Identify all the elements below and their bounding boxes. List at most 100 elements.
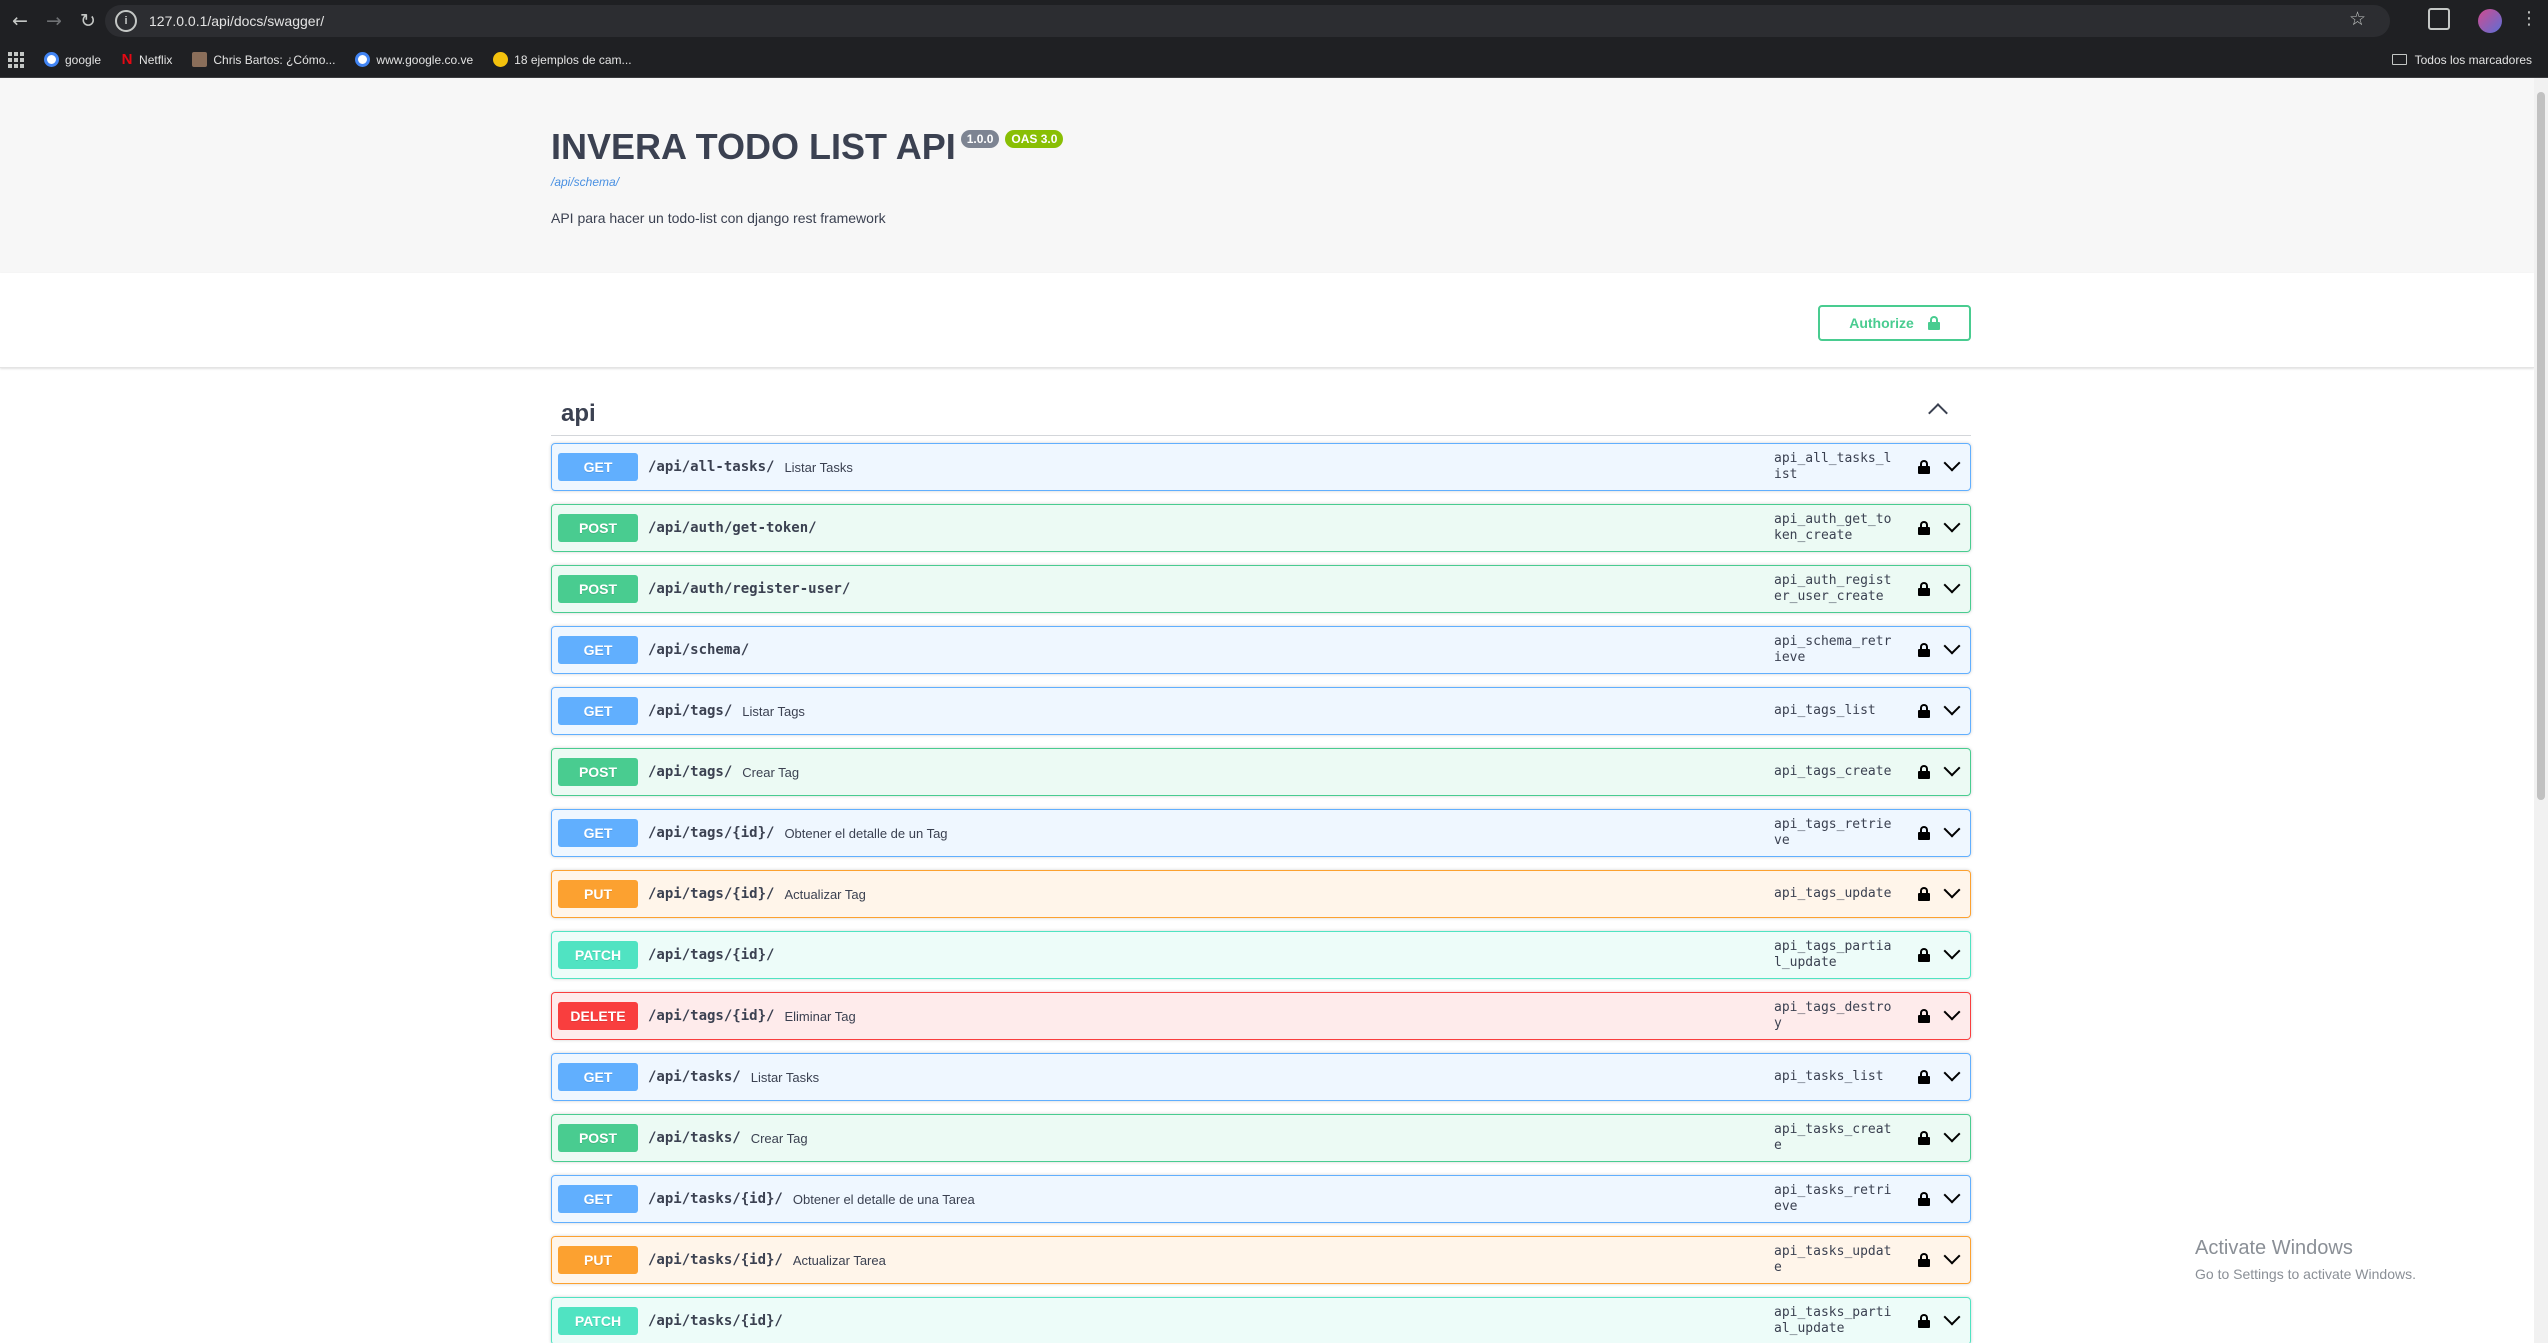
operation-row[interactable]: GET/api/schema/api_schema_retrieve: [551, 626, 1971, 674]
all-bookmarks[interactable]: Todos los marcadores: [2391, 53, 2532, 67]
lock-icon[interactable]: [1918, 460, 1930, 479]
operation-path: /api/tasks/: [648, 1130, 741, 1146]
operation-row[interactable]: GET/api/all-tasks/Listar Tasks api_all_ta…: [551, 443, 1971, 491]
chevron-down-icon[interactable]: [1943, 454, 1961, 472]
scrollbar-thumb[interactable]: [2537, 92, 2545, 800]
profile-avatar[interactable]: [2478, 9, 2502, 33]
chevron-down-icon[interactable]: [1943, 1064, 1961, 1082]
schema-link[interactable]: /api/schema/: [551, 175, 619, 189]
operation-row[interactable]: POST/api/tags/Crear Tag api_tags_create: [551, 748, 1971, 796]
lock-icon[interactable]: [1918, 887, 1930, 906]
chevron-down-icon[interactable]: [1943, 942, 1961, 960]
operation-path: /api/tags/{id}/: [648, 1008, 775, 1024]
method-badge: POST: [558, 514, 638, 542]
chevron-down-icon[interactable]: [1943, 1186, 1961, 1204]
operation-summary: Crear Tag: [750, 1130, 808, 1146]
operation-row[interactable]: GET/api/tags/Listar Tags api_tags_list: [551, 687, 1971, 735]
operation-summary: Crear Tag: [742, 764, 800, 780]
chevron-down-icon[interactable]: [1943, 1125, 1961, 1143]
lock-icon[interactable]: [1918, 1192, 1930, 1211]
google-icon: [44, 52, 59, 67]
tag-section-header[interactable]: api: [551, 394, 1971, 436]
method-badge: PUT: [558, 880, 638, 908]
bookmark-star-icon[interactable]: ☆: [2349, 8, 2366, 30]
chevron-down-icon[interactable]: [1943, 881, 1961, 899]
bookmark-chris-bartos[interactable]: Chris Bartos: ¿Cómo...: [192, 52, 335, 67]
page-icon: [192, 52, 208, 67]
operations-list: GET/api/all-tasks/Listar Tasks api_all_ta…: [551, 443, 1971, 1343]
google-icon: [355, 52, 371, 67]
lock-icon[interactable]: [1918, 521, 1930, 540]
operation-id: api_tasks_update: [1774, 1244, 1892, 1275]
operation-row[interactable]: PATCH/api/tags/{id}/ api_tags_partial_upd…: [551, 931, 1971, 979]
operation-id: api_tags_update: [1774, 886, 1892, 901]
browser-toolbar: ← → ↻ i 127.0.0.1/api/docs/swagger/ ☆ ⋮: [0, 0, 2548, 42]
extensions-icon[interactable]: [2428, 8, 2450, 30]
operation-id: api_tasks_retrieve: [1774, 1183, 1892, 1214]
operation-summary: Actualizar Tarea: [792, 1252, 886, 1268]
back-arrow-icon[interactable]: ←: [6, 7, 34, 35]
swagger-page: INVERA TODO LIST API 1.0.0 OAS 3.0 /api/…: [0, 78, 2534, 1343]
browser-menu-icon[interactable]: ⋮: [2520, 8, 2538, 29]
chevron-down-icon[interactable]: [1943, 759, 1961, 777]
operation-row[interactable]: POST/api/tasks/Crear Tag api_tasks_create: [551, 1114, 1971, 1162]
operation-row[interactable]: DELETE/api/tags/{id}/ Eliminar Tag api_tag…: [551, 992, 1971, 1040]
page-scrollbar[interactable]: [2534, 78, 2548, 1343]
lock-icon[interactable]: [1918, 1070, 1930, 1089]
lock-icon[interactable]: [1918, 643, 1930, 662]
chevron-down-icon[interactable]: [1943, 576, 1961, 594]
chevron-down-icon[interactable]: [1943, 1003, 1961, 1021]
address-bar[interactable]: i 127.0.0.1/api/docs/swagger/ ☆: [105, 5, 2390, 37]
operation-row[interactable]: GET/api/tasks/Listar Tasks api_tasks_list: [551, 1053, 1971, 1101]
bookmark-18-ejemplos[interactable]: 18 ejemplos de cam...: [493, 52, 632, 67]
bookmark-google[interactable]: google: [44, 52, 101, 67]
folder-icon: [2391, 54, 2407, 65]
operation-path: /api/tags/{id}/: [648, 947, 775, 963]
lock-icon[interactable]: [1918, 826, 1930, 845]
operation-path: /api/tasks/{id}/: [648, 1313, 783, 1329]
operation-path: /api/tags/{id}/: [648, 886, 775, 902]
bookmark-label: Netflix: [139, 52, 173, 67]
bookmark-netflix[interactable]: N Netflix: [121, 51, 173, 68]
apps-grid-icon[interactable]: [8, 51, 24, 68]
lock-icon[interactable]: [1918, 1131, 1930, 1150]
method-badge: PATCH: [558, 1307, 638, 1335]
method-badge: DELETE: [558, 1002, 638, 1030]
page-icon: [493, 52, 509, 67]
operation-row[interactable]: POST/api/auth/get-token/api_auth_get_tok…: [551, 504, 1971, 552]
lock-icon[interactable]: [1918, 948, 1930, 967]
lock-icon[interactable]: [1918, 582, 1930, 601]
operation-id: api_tags_partial_update: [1774, 939, 1892, 970]
chevron-down-icon[interactable]: [1943, 1247, 1961, 1265]
chevron-down-icon[interactable]: [1943, 637, 1961, 655]
authorize-label: Authorize: [1849, 315, 1914, 331]
lock-icon[interactable]: [1918, 1314, 1930, 1333]
lock-icon[interactable]: [1918, 765, 1930, 784]
page-title: INVERA TODO LIST API: [551, 126, 956, 167]
forward-arrow-icon[interactable]: →: [40, 7, 68, 35]
reload-icon[interactable]: ↻: [74, 7, 102, 35]
lock-icon[interactable]: [1918, 704, 1930, 723]
chevron-down-icon[interactable]: [1943, 515, 1961, 533]
operation-row[interactable]: PATCH/api/tasks/{id}/ api_tasks_partial_u…: [551, 1297, 1971, 1343]
chevron-down-icon[interactable]: [1943, 820, 1961, 838]
lock-icon[interactable]: [1918, 1253, 1930, 1272]
chevron-up-icon[interactable]: [1928, 403, 1948, 423]
authorize-button[interactable]: Authorize: [1818, 305, 1971, 341]
operation-row[interactable]: GET/api/tasks/{id}/ Obtener el detalle de…: [551, 1175, 1971, 1223]
site-info-icon[interactable]: i: [115, 10, 137, 32]
chevron-down-icon[interactable]: [1943, 1308, 1961, 1326]
method-badge: GET: [558, 636, 638, 664]
watermark-subtitle: Go to Settings to activate Windows.: [2195, 1266, 2416, 1282]
bookmark-google-ve[interactable]: www.google.co.ve: [355, 52, 473, 67]
url-text[interactable]: 127.0.0.1/api/docs/swagger/: [149, 13, 324, 29]
operation-path: /api/schema/: [648, 642, 750, 658]
operation-row[interactable]: PUT/api/tags/{id}/ Actualizar Tag api_tags…: [551, 870, 1971, 918]
operation-summary: Obtener el detalle de un Tag: [784, 825, 948, 841]
operation-id: api_tags_destroy: [1774, 1000, 1892, 1031]
chevron-down-icon[interactable]: [1943, 698, 1961, 716]
operation-row[interactable]: POST/api/auth/register-user/api_auth_reg…: [551, 565, 1971, 613]
lock-icon[interactable]: [1918, 1009, 1930, 1028]
operation-row[interactable]: GET/api/tags/{id}/ Obtener el detalle de …: [551, 809, 1971, 857]
operation-row[interactable]: PUT/api/tasks/{id}/ Actualizar Tarea api_t…: [551, 1236, 1971, 1284]
